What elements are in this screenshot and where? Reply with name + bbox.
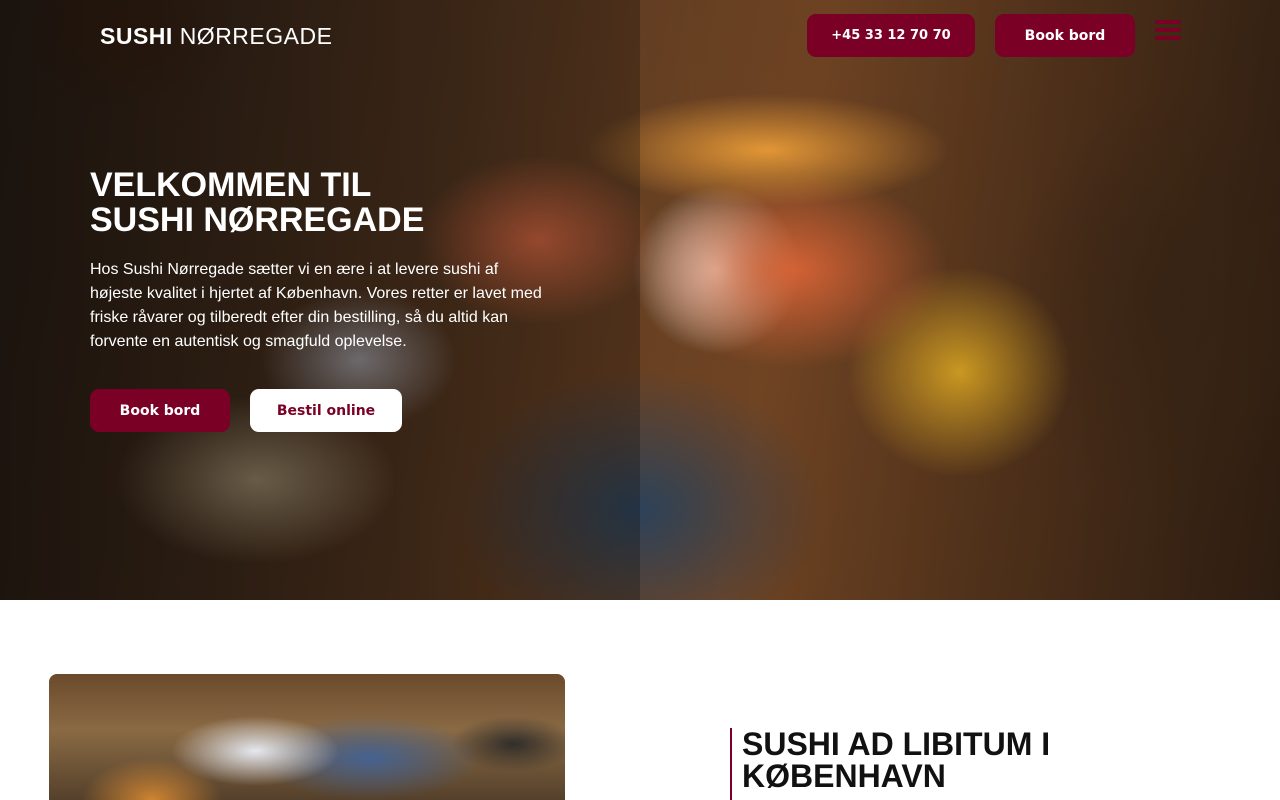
site-logo[interactable]: SUSHI NØRREGADE: [98, 10, 332, 62]
phone-button[interactable]: +45 33 12 70 70: [807, 14, 975, 57]
logo-text-bold: SUSHI: [100, 22, 173, 49]
hero-order-online-button[interactable]: Bestil online: [250, 389, 402, 432]
hero-title-line1: VELKOMMEN TIL: [90, 166, 372, 204]
hero-description: Hos Sushi Nørregade sætter vi en ære i a…: [90, 261, 542, 350]
logo-text: SUSHI NØRREGADE: [100, 22, 333, 49]
section-heading: SUSHI AD LIBITUM I KØBENHAVN: [730, 728, 1130, 800]
hero-title: VELKOMMEN TIL SUSHI NØRREGADE: [90, 168, 610, 238]
hero-book-button[interactable]: Book bord: [90, 389, 230, 432]
section-title: SUSHI AD LIBITUM I KØBENHAVN: [742, 728, 1130, 792]
section-title-line2: KØBENHAVN: [742, 758, 946, 794]
hero-title-line2: SUSHI NØRREGADE: [90, 201, 425, 239]
logo-text-light: NØRREGADE: [179, 22, 333, 49]
section-title-line1: SUSHI AD LIBITUM I: [742, 726, 1051, 762]
header-book-button[interactable]: Book bord: [995, 14, 1135, 57]
sushi-section-image: [49, 674, 565, 800]
hero-right-overlay: [640, 0, 1280, 600]
hamburger-menu-icon[interactable]: [1155, 20, 1181, 44]
